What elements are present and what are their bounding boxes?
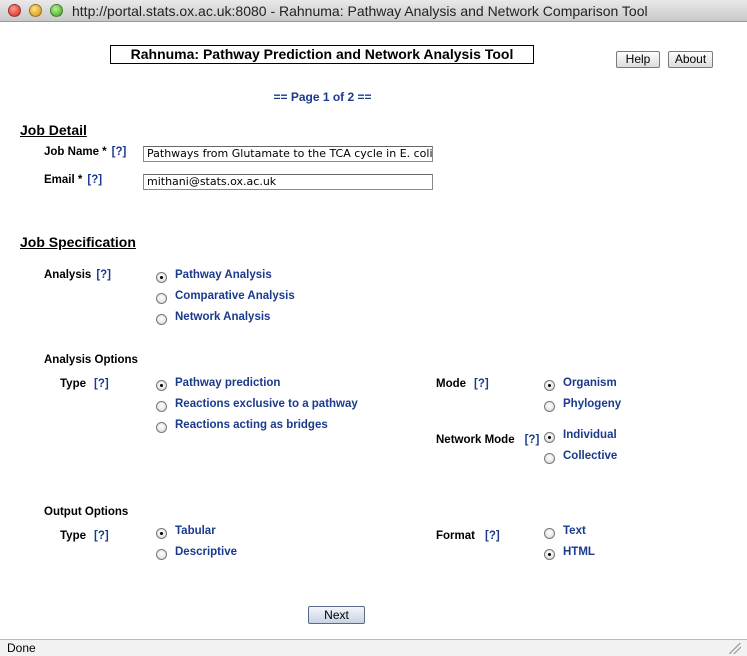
next-button[interactable]: Next: [308, 606, 365, 624]
analysis-help-link[interactable]: [?]: [96, 269, 111, 281]
job-specification-heading: Job Specification: [20, 234, 136, 250]
network-mode-option-collective[interactable]: Collective: [563, 450, 617, 462]
mode-radio-organism[interactable]: [544, 380, 555, 391]
app-title: Rahnuma: Pathway Prediction and Network …: [110, 45, 534, 64]
type-option-bridges[interactable]: Reactions acting as bridges: [175, 419, 328, 431]
format-option-text[interactable]: Text: [563, 525, 586, 537]
about-button[interactable]: About: [668, 51, 713, 68]
format-option-html[interactable]: HTML: [563, 546, 595, 558]
analysis-label: Analysis [?]: [44, 269, 111, 281]
window-title: http://portal.stats.ox.ac.uk:8080 - Rahn…: [72, 3, 648, 19]
output-type-label: Type [?]: [60, 530, 109, 542]
network-mode-option-individual[interactable]: Individual: [563, 429, 617, 441]
type-help-link[interactable]: [?]: [94, 378, 109, 390]
email-input[interactable]: mithani@stats.ox.ac.uk: [143, 174, 433, 190]
network-mode-label: Network Mode [?]: [436, 434, 540, 446]
output-type-option-tabular[interactable]: Tabular: [175, 525, 216, 537]
output-type-radio-tabular[interactable]: [156, 528, 167, 539]
status-text: Done: [7, 641, 36, 655]
type-radio-bridges[interactable]: [156, 422, 167, 433]
network-mode-help-link[interactable]: [?]: [525, 434, 540, 446]
job-name-input[interactable]: Pathways from Glutamate to the TCA cycle…: [143, 146, 433, 162]
job-name-help-link[interactable]: [?]: [112, 146, 127, 158]
analysis-radio-network[interactable]: [156, 314, 167, 325]
status-bar: Done: [0, 639, 747, 656]
output-type-radio-descriptive[interactable]: [156, 549, 167, 560]
format-radio-html[interactable]: [544, 549, 555, 560]
mode-option-organism[interactable]: Organism: [563, 377, 617, 389]
format-label: Format [?]: [436, 530, 500, 542]
minimize-window-button[interactable]: [29, 4, 42, 17]
resize-grip-icon[interactable]: [729, 643, 741, 654]
type-radio-exclusive[interactable]: [156, 401, 167, 412]
close-window-button[interactable]: [8, 4, 21, 17]
analysis-option-pathway[interactable]: Pathway Analysis: [175, 269, 272, 281]
type-option-pathway-prediction[interactable]: Pathway prediction: [175, 377, 280, 389]
page-indicator: == Page 1 of 2 ==: [273, 90, 372, 104]
help-button[interactable]: Help: [616, 51, 660, 68]
job-name-label: Job Name * [?]: [44, 146, 127, 158]
output-type-option-descriptive[interactable]: Descriptive: [175, 546, 237, 558]
type-option-exclusive[interactable]: Reactions exclusive to a pathway: [175, 398, 358, 410]
window-title-bar: http://portal.stats.ox.ac.uk:8080 - Rahn…: [0, 0, 747, 22]
email-label: Email * [?]: [44, 174, 103, 186]
network-mode-radio-individual[interactable]: [544, 432, 555, 443]
mode-radio-phylogeny[interactable]: [544, 401, 555, 412]
format-help-link[interactable]: [?]: [485, 530, 500, 542]
analysis-radio-comparative[interactable]: [156, 293, 167, 304]
analysis-radio-pathway[interactable]: [156, 272, 167, 283]
type-label: Type [?]: [60, 378, 109, 390]
analysis-options-heading: Analysis Options: [44, 354, 138, 366]
mode-option-phylogeny[interactable]: Phylogeny: [563, 398, 621, 410]
network-mode-radio-collective[interactable]: [544, 453, 555, 464]
type-radio-pathway-prediction[interactable]: [156, 380, 167, 391]
output-options-heading: Output Options: [44, 506, 129, 518]
analysis-option-comparative[interactable]: Comparative Analysis: [175, 290, 295, 302]
mode-help-link[interactable]: [?]: [474, 378, 489, 390]
analysis-option-network[interactable]: Network Analysis: [175, 311, 270, 323]
mode-label: Mode [?]: [436, 378, 489, 390]
zoom-window-button[interactable]: [50, 4, 63, 17]
email-help-link[interactable]: [?]: [87, 174, 102, 186]
output-type-help-link[interactable]: [?]: [94, 530, 109, 542]
format-radio-text[interactable]: [544, 528, 555, 539]
job-detail-heading: Job Detail: [20, 122, 87, 138]
